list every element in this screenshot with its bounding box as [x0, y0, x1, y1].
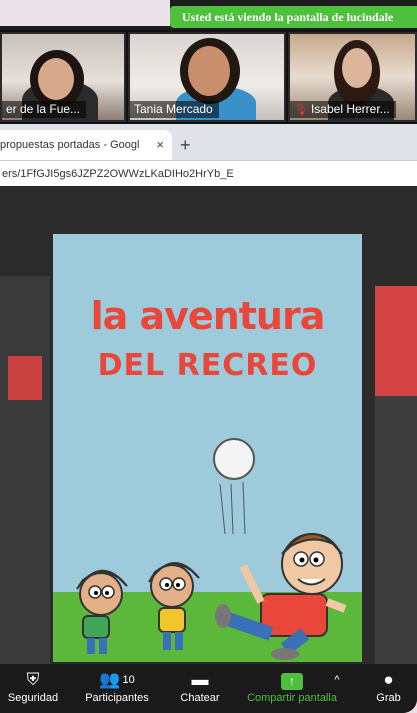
right-panel — [375, 286, 417, 664]
share-options-button[interactable]: ^ — [330, 664, 344, 713]
participant-name: 🎙︎ Isabel Herrer... — [290, 101, 396, 118]
participant-tile-3[interactable]: 🎙︎ Isabel Herrer... — [288, 32, 417, 122]
share-screen-button[interactable]: ↑ Compartir pantalla — [244, 664, 340, 713]
record-button[interactable]: ● Grab — [360, 664, 417, 713]
mic-muted-icon: 🎙︎ — [294, 104, 308, 116]
address-url: ers/1FfGJI5gs6JZPZ2OWWzLKaDIHo2HrYb_E — [2, 168, 234, 180]
security-button[interactable]: ⛨ Seguridad — [0, 664, 66, 713]
zoom-window: Usted está viendo la pantalla de lucinda… — [0, 0, 417, 713]
address-bar[interactable]: ers/1FfGJI5gs6JZPZ2OWWzLKaDIHo2HrYb_E — [0, 160, 417, 187]
participants-icon: 👥 10 — [99, 670, 135, 689]
participant-name: er de la Fue... — [2, 101, 87, 118]
participants-button[interactable]: 👥 10 Participantes — [78, 664, 156, 713]
close-tab-icon[interactable]: × — [156, 130, 164, 160]
shared-browser-chrome: propuestas portadas - Googl × + ers/1FfG… — [0, 124, 417, 187]
video-strip: er de la Fue... Tania Mercado 🎙︎ Isabel H… — [0, 30, 417, 124]
chat-icon: ▬ — [191, 670, 209, 689]
tab-title: propuestas portadas - Googl — [0, 139, 140, 151]
browser-tab[interactable]: propuestas portadas - Googl × — [0, 130, 172, 160]
tab-bar: propuestas portadas - Googl × + — [0, 124, 417, 160]
record-icon: ● — [383, 670, 394, 689]
new-tab-button[interactable]: + — [180, 130, 191, 160]
shield-icon: ⛨ — [26, 670, 40, 689]
book-cover-slide: la aventura DEL RECREO — [53, 234, 362, 662]
participant-count: 10 — [122, 674, 135, 686]
chevron-up-icon: ^ — [334, 674, 340, 686]
chat-button[interactable]: ▬ Chatear — [168, 664, 232, 713]
cover-illustration — [76, 438, 347, 660]
top-strip: Usted está viendo la pantalla de lucinda… — [0, 0, 417, 30]
meeting-toolbar: ⛨ Seguridad 👥 10 Participantes ▬ Chatear … — [0, 664, 417, 713]
slide-thumbnail-panel — [0, 276, 50, 664]
viewing-screen-banner[interactable]: Usted está viendo la pantalla de lucinda… — [170, 6, 417, 28]
shared-screen: la aventura DEL RECREO — [0, 186, 417, 664]
participant-name: Tania Mercado — [130, 101, 219, 118]
participant-tile-2[interactable]: Tania Mercado — [128, 32, 286, 122]
share-screen-icon: ↑ — [281, 673, 303, 690]
participant-tile-1[interactable]: er de la Fue... — [0, 32, 126, 122]
